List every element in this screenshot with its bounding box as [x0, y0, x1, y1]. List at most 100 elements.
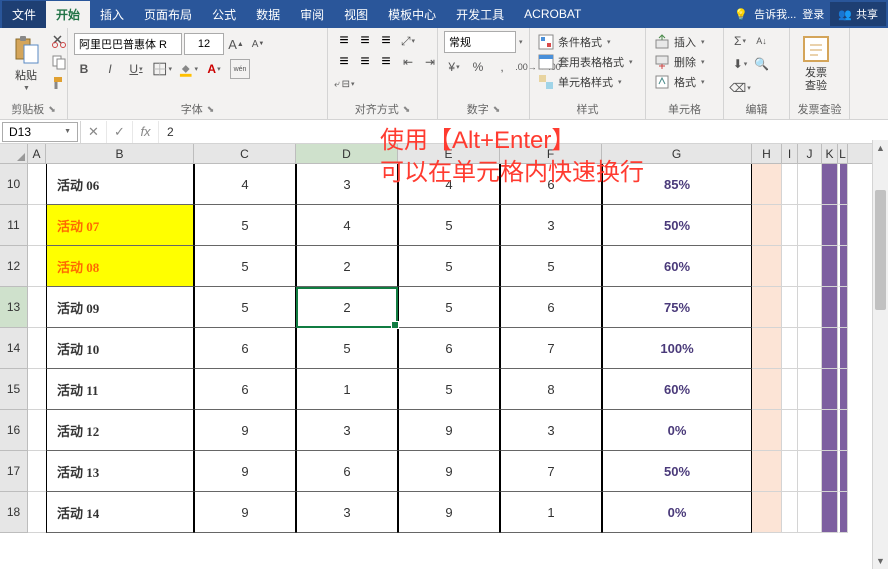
cell[interactable]: [838, 451, 848, 492]
cell[interactable]: 4: [194, 164, 296, 205]
cell[interactable]: [28, 164, 46, 205]
cell[interactable]: 3: [296, 164, 398, 205]
select-all-button[interactable]: [0, 144, 28, 163]
cell[interactable]: [838, 492, 848, 533]
cell[interactable]: 9: [398, 492, 500, 533]
sort-filter-button[interactable]: A↓: [752, 31, 772, 51]
align-center[interactable]: ≡: [355, 52, 375, 72]
cell[interactable]: [752, 328, 782, 369]
col-header-C[interactable]: C: [194, 144, 296, 163]
cell-styles-button[interactable]: 单元格样式▾: [536, 73, 624, 91]
cell[interactable]: [822, 492, 838, 533]
cell-percent[interactable]: 0%: [602, 492, 752, 533]
cell[interactable]: [822, 451, 838, 492]
cell[interactable]: [782, 287, 798, 328]
tab-review[interactable]: 审阅: [290, 1, 334, 28]
cell[interactable]: 4: [296, 205, 398, 246]
table-format-button[interactable]: 套用表格格式▾: [536, 53, 635, 71]
cell-percent[interactable]: 85%: [602, 164, 752, 205]
invoice-check-button[interactable]: 发票 查验: [796, 31, 836, 95]
tab-insert[interactable]: 插入: [90, 1, 134, 28]
clear-button[interactable]: ⌫▾: [730, 78, 750, 98]
cell-activity-name[interactable]: 活动 09: [46, 287, 194, 328]
cell[interactable]: 3: [500, 410, 602, 451]
cell[interactable]: [752, 369, 782, 410]
row-header-10[interactable]: 10: [0, 164, 28, 205]
find-button[interactable]: 🔍: [752, 54, 772, 74]
tab-templates[interactable]: 模板中心: [378, 1, 446, 28]
cell-activity-name[interactable]: 活动 07: [46, 205, 194, 246]
cell[interactable]: [782, 492, 798, 533]
cell[interactable]: [28, 410, 46, 451]
cell[interactable]: 6: [296, 451, 398, 492]
cell[interactable]: [28, 205, 46, 246]
cell[interactable]: 6: [398, 328, 500, 369]
cell[interactable]: [838, 246, 848, 287]
cell[interactable]: 7: [500, 328, 602, 369]
cell-activity-name[interactable]: 活动 08: [46, 246, 194, 287]
cell[interactable]: 3: [296, 410, 398, 451]
cell[interactable]: [822, 205, 838, 246]
cell[interactable]: [798, 451, 822, 492]
scroll-thumb[interactable]: [875, 190, 886, 310]
cell[interactable]: [798, 205, 822, 246]
scroll-down-button[interactable]: ▼: [873, 553, 888, 569]
cell[interactable]: 1: [296, 369, 398, 410]
orientation-button[interactable]: ⤢▾: [398, 31, 418, 51]
cell[interactable]: 2: [296, 246, 398, 287]
cell[interactable]: [838, 205, 848, 246]
cell[interactable]: 9: [194, 451, 296, 492]
font-color-button[interactable]: A▾: [204, 59, 224, 79]
cell[interactable]: [782, 328, 798, 369]
row-header-14[interactable]: 14: [0, 328, 28, 369]
cell[interactable]: 3: [296, 492, 398, 533]
col-header-G[interactable]: G: [602, 144, 752, 163]
cell[interactable]: [782, 205, 798, 246]
cell[interactable]: [822, 246, 838, 287]
cell[interactable]: 6: [194, 328, 296, 369]
cell[interactable]: [798, 328, 822, 369]
cancel-formula-button[interactable]: ✕: [81, 121, 107, 143]
col-header-F[interactable]: F: [500, 144, 602, 163]
cell[interactable]: [822, 369, 838, 410]
expand-icon[interactable]: ⬊: [48, 104, 56, 115]
expand-icon[interactable]: ⬊: [403, 104, 411, 115]
align-middle[interactable]: ≡: [355, 31, 375, 51]
cell[interactable]: [798, 287, 822, 328]
align-left[interactable]: ≡: [334, 52, 354, 72]
cell[interactable]: [782, 369, 798, 410]
expand-icon[interactable]: ⬊: [207, 104, 215, 115]
cell[interactable]: 1: [500, 492, 602, 533]
font-name-select[interactable]: [74, 33, 182, 55]
align-top[interactable]: ≡: [334, 31, 354, 51]
decrease-indent[interactable]: ⇤: [398, 52, 418, 72]
copy-button[interactable]: [49, 52, 69, 72]
col-header-I[interactable]: I: [782, 144, 798, 163]
cell-activity-name[interactable]: 活动 14: [46, 492, 194, 533]
cell[interactable]: [838, 410, 848, 451]
fill-color-button[interactable]: ▾: [178, 59, 198, 79]
phonetic-button[interactable]: wén: [230, 59, 250, 79]
cell-activity-name[interactable]: 活动 13: [46, 451, 194, 492]
cell[interactable]: [752, 164, 782, 205]
cell[interactable]: [798, 492, 822, 533]
cell-percent[interactable]: 50%: [602, 205, 752, 246]
col-header-B[interactable]: B: [46, 144, 194, 163]
insert-cells-button[interactable]: 插入▾: [652, 33, 707, 51]
font-size-select[interactable]: [184, 33, 224, 55]
cell[interactable]: [752, 205, 782, 246]
col-header-D[interactable]: D: [296, 144, 398, 163]
cell-activity-name[interactable]: 活动 10: [46, 328, 194, 369]
cell[interactable]: 5: [194, 287, 296, 328]
name-box[interactable]: D13 ▼: [2, 122, 78, 142]
fill-button[interactable]: ⬇▾: [730, 54, 750, 74]
format-painter-button[interactable]: [49, 73, 69, 93]
scroll-up-button[interactable]: ▲: [873, 140, 888, 156]
cell[interactable]: 7: [500, 451, 602, 492]
decrease-font-button[interactable]: A▼: [248, 34, 268, 54]
cell[interactable]: 6: [194, 369, 296, 410]
percent-button[interactable]: %: [468, 57, 488, 77]
delete-cells-button[interactable]: 删除▾: [652, 53, 707, 71]
row-header-13[interactable]: 13: [0, 287, 28, 328]
border-button[interactable]: ▾: [152, 59, 172, 79]
